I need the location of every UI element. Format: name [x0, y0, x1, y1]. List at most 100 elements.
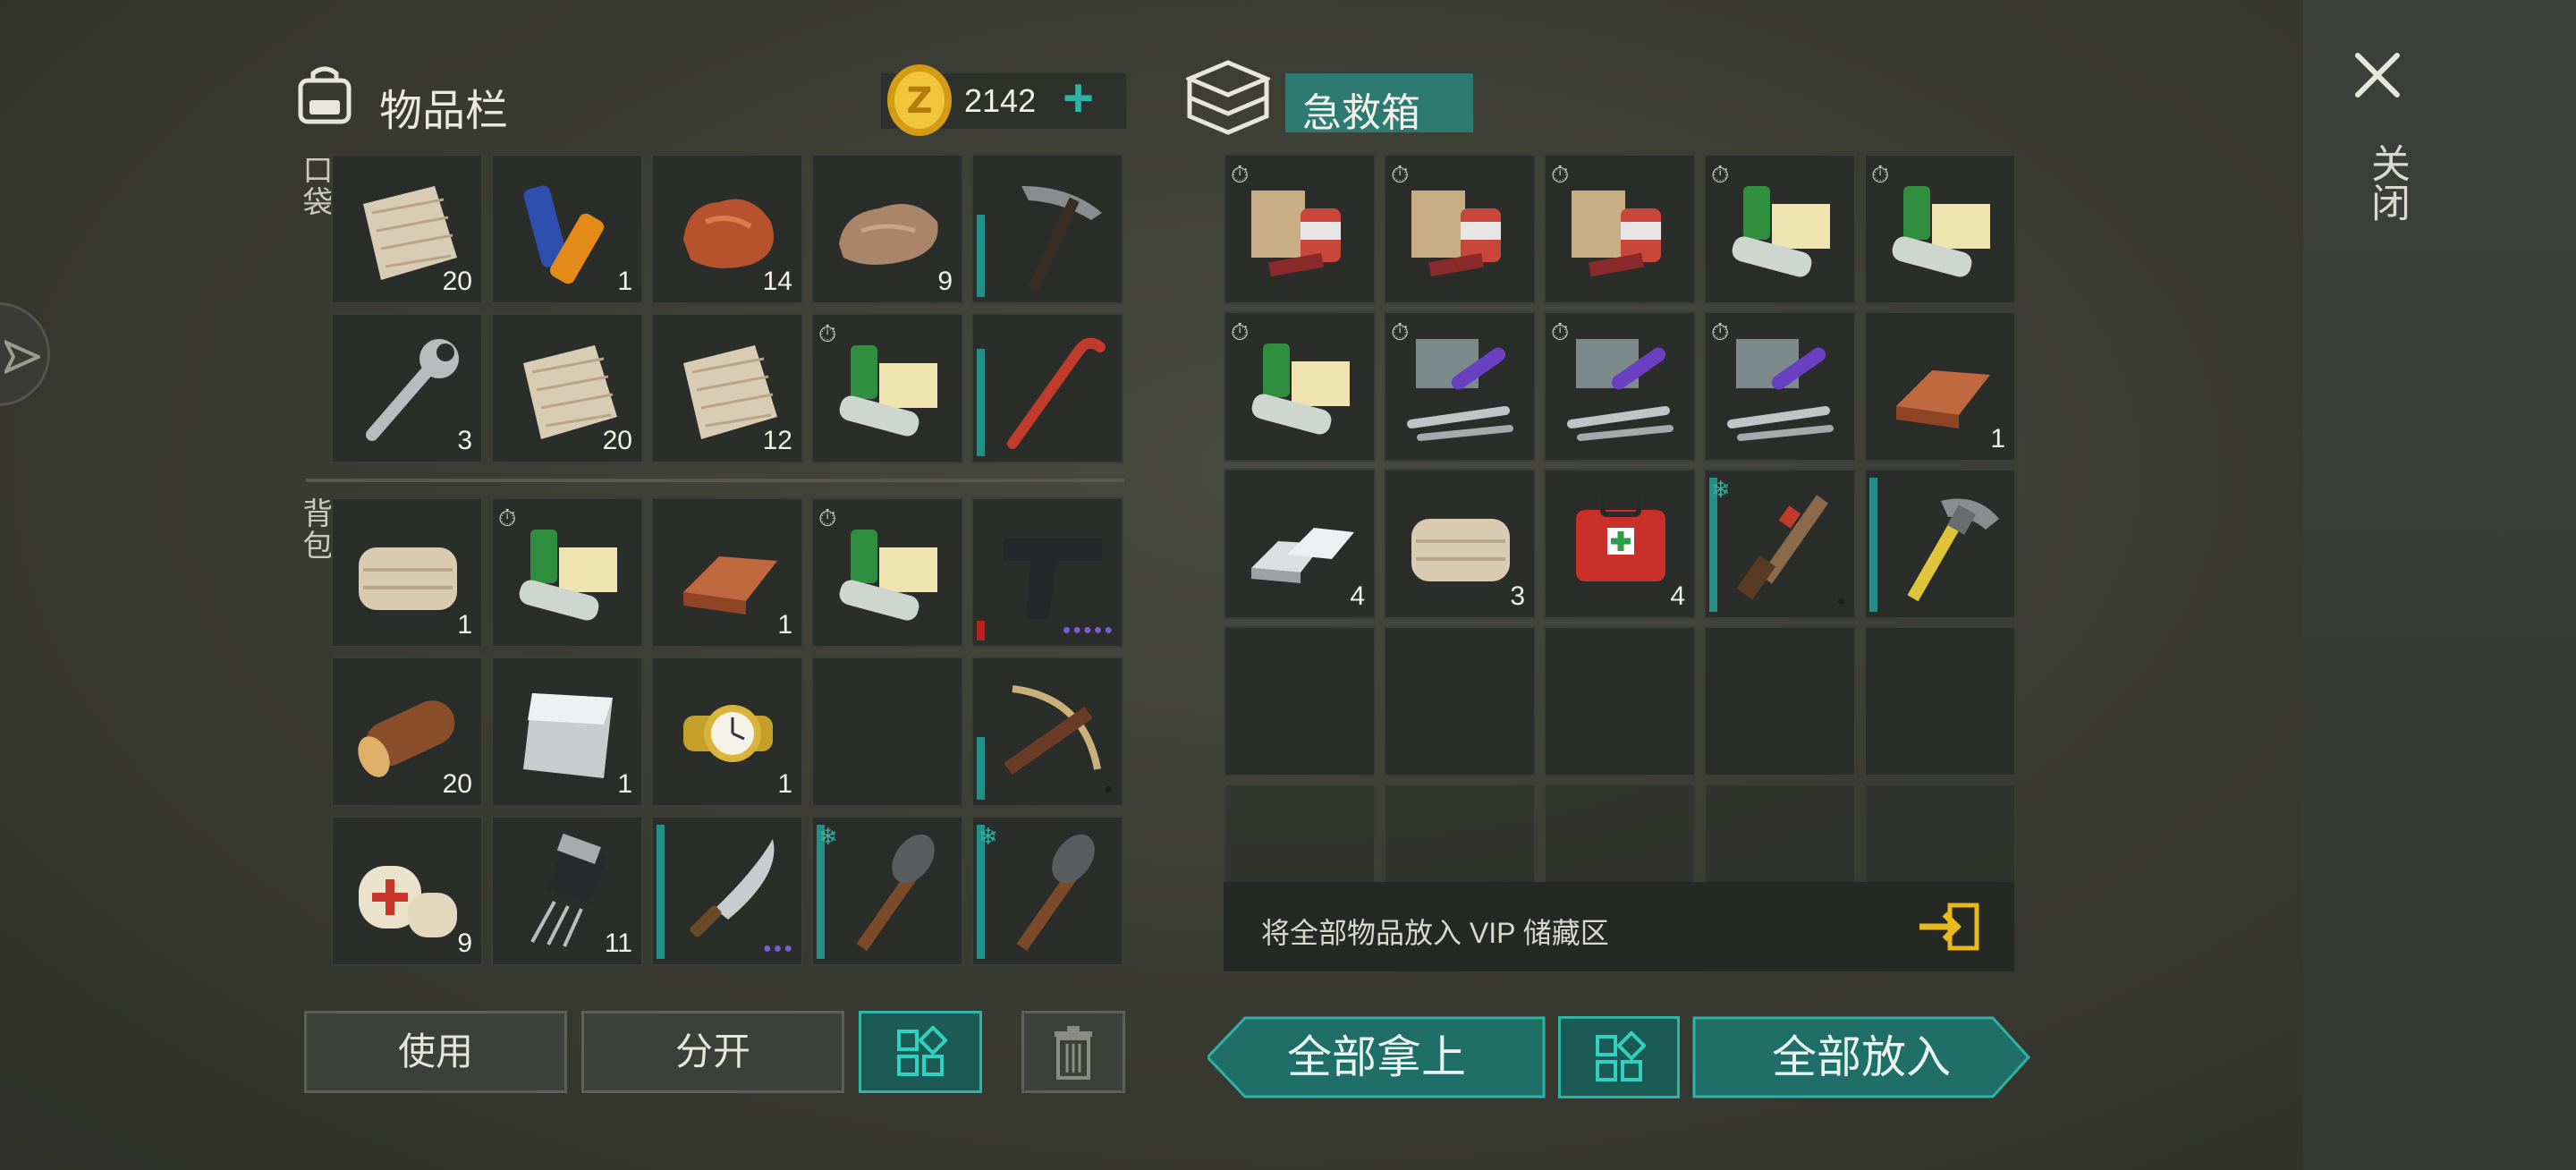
- item-count: 1: [617, 267, 632, 296]
- item-count: 3: [457, 426, 472, 455]
- backpack-slot-14[interactable]: ❄: [811, 816, 963, 966]
- gold-watch-icon: [683, 705, 773, 762]
- backpack-slot-1[interactable]: 1: [331, 497, 483, 648]
- first-aid-empty-slot: [1384, 784, 1536, 884]
- first-aid-slot-6[interactable]: ⏱: [1224, 311, 1376, 462]
- use-button[interactable]: 使用: [304, 1011, 567, 1093]
- food-pack-icon: [1251, 191, 1341, 277]
- pocket-slot-2[interactable]: 1: [491, 154, 643, 304]
- split-button[interactable]: 分开: [581, 1011, 844, 1093]
- first-aid-slot-4[interactable]: ⏱: [1704, 154, 1856, 304]
- pocket-slot-8[interactable]: 12: [651, 313, 803, 463]
- delete-button[interactable]: [1021, 1011, 1125, 1093]
- medicine-kit-icon: [1732, 186, 1830, 277]
- first-aid-empty-slot[interactable]: [1384, 626, 1536, 776]
- backpack-slot-13[interactable]: ●●●: [651, 816, 803, 966]
- trash-icon: [1055, 1026, 1092, 1080]
- side-drawer-handle[interactable]: [0, 302, 50, 406]
- pocket-slot-10[interactable]: [971, 313, 1123, 463]
- food-pack-icon: [1572, 191, 1661, 277]
- hammer-icon: [1907, 498, 1999, 602]
- close-icon[interactable]: [2352, 50, 2402, 100]
- durability-bar: [977, 737, 985, 800]
- item-count: 20: [442, 267, 472, 296]
- pocket-slot-7[interactable]: 20: [491, 313, 643, 463]
- fabric-roll-icon: [1411, 519, 1510, 581]
- put-all-button[interactable]: 全部放入: [1692, 1016, 2030, 1098]
- first-aid-empty-slot[interactable]: [1704, 626, 1856, 776]
- item-count: 1: [1990, 424, 2005, 454]
- spiked-club-icon: [856, 834, 935, 951]
- medicine-kit-icon: [1892, 186, 1990, 277]
- wrench-icon: [366, 339, 459, 441]
- medicine-kit-icon: [1251, 343, 1350, 435]
- backpack-slot-6[interactable]: 20: [331, 657, 483, 807]
- pocket-slot-3[interactable]: 14: [651, 154, 803, 304]
- gold-coin-icon: Z: [887, 64, 952, 136]
- metal-sheet-icon: [523, 693, 613, 778]
- add-coins-button[interactable]: +: [1063, 72, 1094, 125]
- toolset-icon: [1567, 339, 1674, 441]
- sort-grid-button[interactable]: [859, 1011, 982, 1093]
- copper-bar-icon: [1896, 370, 1990, 428]
- first-aid-slot-7[interactable]: ⏱: [1384, 311, 1536, 462]
- first-aid-slot-15[interactable]: [1864, 469, 2016, 619]
- backpack-slot-3[interactable]: 1: [651, 497, 803, 648]
- first-aid-sort-grid-button[interactable]: [1558, 1016, 1680, 1098]
- backpack-slot-4[interactable]: ⏱: [811, 497, 963, 648]
- backpack-slot-7[interactable]: 1: [491, 657, 643, 807]
- copper-bar-icon: [683, 556, 777, 615]
- first-aid-empty-slot[interactable]: [1864, 626, 2016, 776]
- pocket-slot-9[interactable]: ⏱: [811, 313, 963, 463]
- crossbow-icon: [1004, 685, 1101, 776]
- take-all-button[interactable]: 全部拿上: [1208, 1016, 1546, 1098]
- durability-bar: [1869, 478, 1877, 612]
- close-label[interactable]: 关闭: [2358, 143, 2415, 222]
- first-aid-slot-3[interactable]: ⏱: [1544, 154, 1696, 304]
- first-aid-slot-9[interactable]: ⏱: [1704, 311, 1856, 462]
- first-aid-slot-5[interactable]: ⏱: [1864, 154, 2016, 304]
- backpack-slot-12[interactable]: 11: [491, 816, 643, 966]
- medicine-kit-icon: [519, 530, 617, 621]
- backpack-slot-10[interactable]: ●: [971, 657, 1123, 807]
- first-aid-slot-10[interactable]: 1: [1864, 311, 2016, 462]
- svg-text:Z: Z: [906, 81, 932, 122]
- pocket-slot-5[interactable]: [971, 154, 1123, 304]
- item-count: 3: [1510, 581, 1525, 611]
- first-aid-slot-11[interactable]: 4: [1224, 469, 1376, 619]
- durability-bar: [657, 825, 665, 959]
- pocket-slot-6[interactable]: 3: [331, 313, 483, 463]
- pocket-slot-4[interactable]: 9: [811, 154, 963, 304]
- backpack-slot-15[interactable]: ❄: [971, 816, 1123, 966]
- first-aid-empty-slot: [1864, 784, 2016, 884]
- first-aid-slot-2[interactable]: ⏱: [1384, 154, 1536, 304]
- first-aid-slot-8[interactable]: ⏱: [1544, 311, 1696, 462]
- move-to-vip-icon[interactable]: [1916, 902, 1980, 952]
- first-aid-slot-14[interactable]: ❄ ●: [1704, 469, 1856, 619]
- backpack-slot-8[interactable]: 1: [651, 657, 803, 807]
- fabric-roll-icon: [359, 547, 457, 610]
- item-count: 1: [617, 769, 632, 799]
- first-aid-empty-slot[interactable]: [1544, 626, 1696, 776]
- item-count: 12: [762, 426, 792, 455]
- backpack-slot-2[interactable]: ⏱: [491, 497, 643, 648]
- medicine-kit-icon: [839, 345, 937, 437]
- pocket-slot-1[interactable]: 20: [331, 154, 483, 304]
- bandage-icon: [359, 866, 457, 937]
- backpack-slot-9[interactable]: [811, 657, 963, 807]
- backpack-slot-5[interactable]: ●●●●●: [971, 497, 1123, 648]
- item-count: 1: [457, 610, 472, 640]
- first-aid-slot-12[interactable]: 3: [1384, 469, 1536, 619]
- pickaxe-icon: [1021, 186, 1102, 292]
- upgrade-dots: ●●●: [763, 941, 794, 956]
- pistol-icon: [1004, 538, 1102, 619]
- first-aid-slot-1[interactable]: ⏱: [1224, 154, 1376, 304]
- durability-bar: [977, 349, 985, 456]
- batteries-icon: [523, 185, 605, 284]
- take-all-label: 全部拿上: [1287, 1032, 1466, 1082]
- item-count: 4: [1350, 581, 1365, 611]
- backpack-slot-11[interactable]: 9: [331, 816, 483, 966]
- first-aid-empty-slot[interactable]: [1224, 626, 1376, 776]
- first-aid-slot-13[interactable]: 4: [1544, 469, 1696, 619]
- storage-box-icon: [1186, 60, 1270, 135]
